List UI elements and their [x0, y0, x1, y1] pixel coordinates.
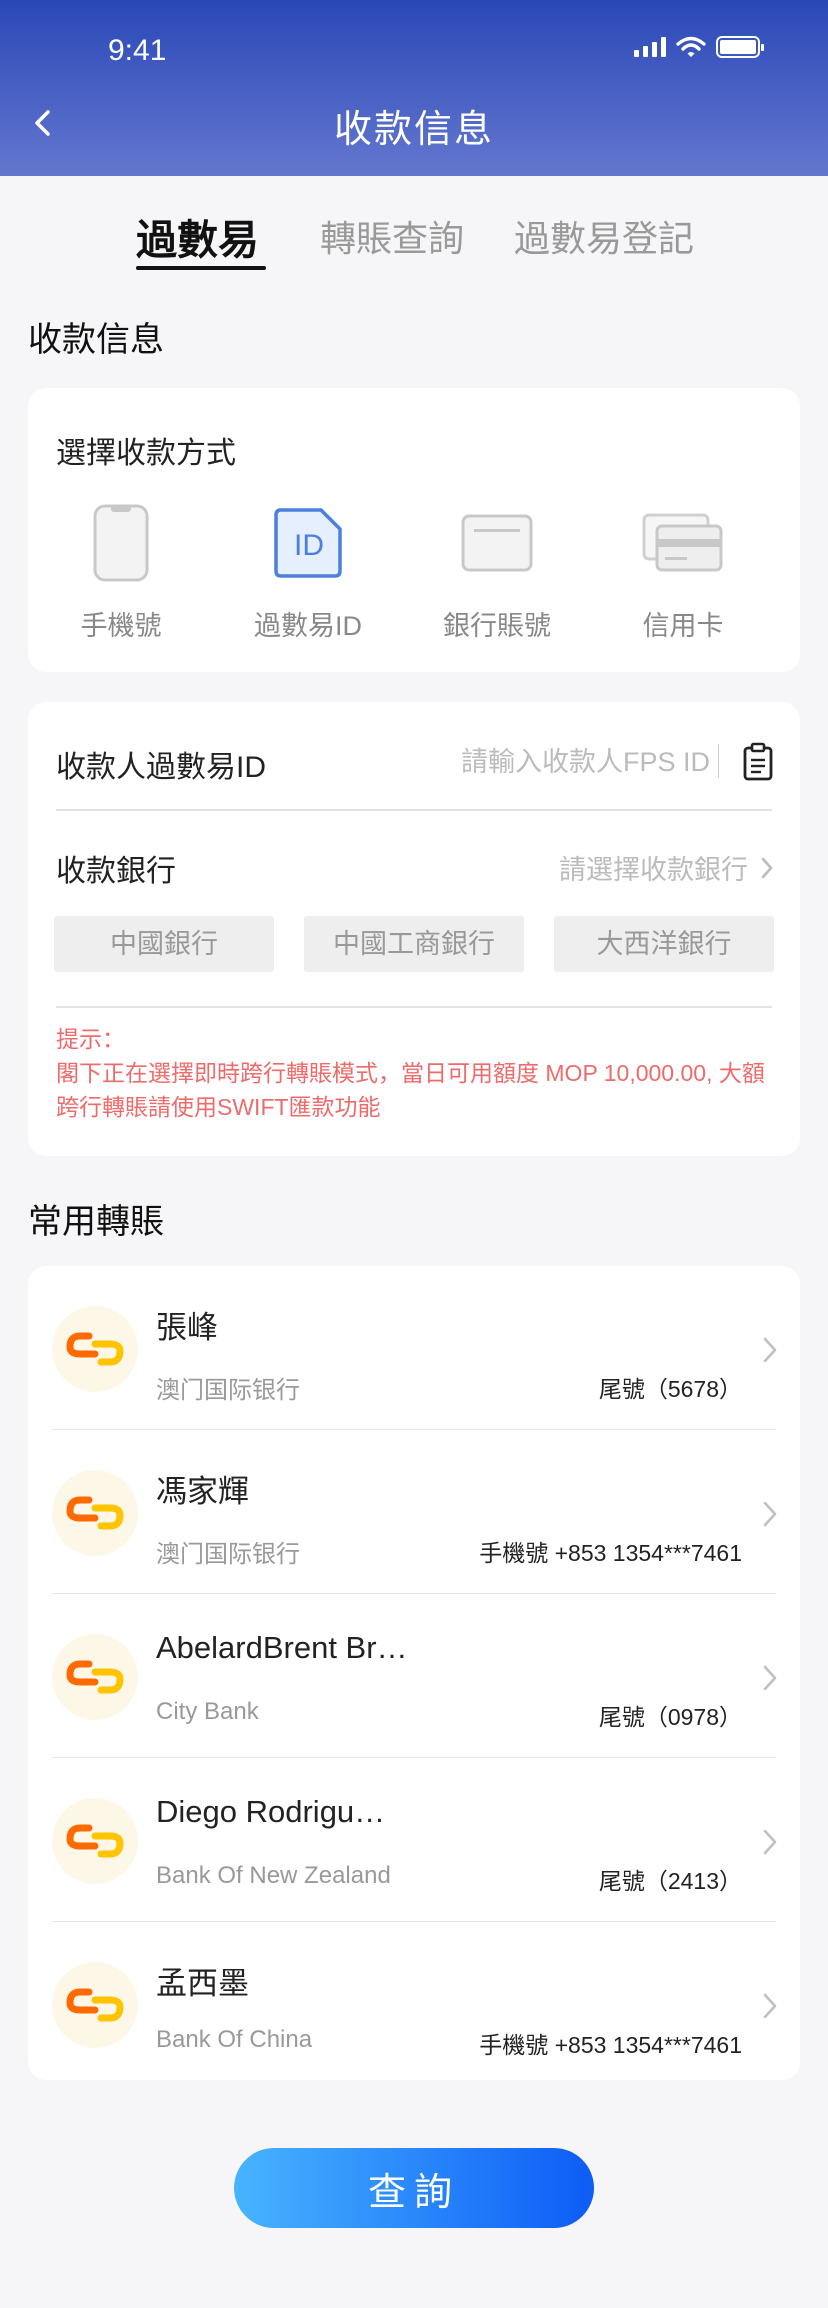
app-header: 9:41 收款信息 — [0, 0, 828, 176]
recent-bank: Bank Of New Zealand — [156, 1862, 391, 1889]
tip-text: 閣下正在選擇即時跨行轉賬模式，當日可用額度 MOP 10,000.00, 大額跨… — [56, 1060, 765, 1120]
tip-title: 提示： — [56, 1026, 125, 1052]
payment-method-card: 選擇收款方式 手機號 ID 過數易ID 銀行賬號 信用卡 — [28, 388, 800, 672]
fps-logo-icon — [66, 1824, 124, 1858]
method-mobile-label: 手機號 — [80, 611, 162, 641]
credit-card-icon — [642, 513, 723, 572]
query-button[interactable]: 查詢 — [234, 2148, 594, 2228]
recent-name: AbelardBrent Br… — [156, 1630, 408, 1665]
fps-logo-icon — [66, 1660, 124, 1694]
method-mobile[interactable]: 手機號 — [36, 500, 206, 643]
recent-transfer-item[interactable]: 孟西墨 Bank Of China 手機號 +853 1354***7461 — [28, 1922, 800, 2086]
recent-account-info: 尾號（5678） — [598, 1376, 742, 1402]
recent-bank: 澳门国际银行 — [156, 1541, 300, 1568]
recent-name: 孟西墨 — [156, 1966, 249, 2001]
battery-icon — [716, 36, 764, 58]
status-icons — [634, 36, 764, 58]
payment-method-title: 選擇收款方式 — [56, 437, 236, 470]
active-tab-indicator — [136, 266, 266, 270]
tab-fps-registration[interactable]: 過數易登記 — [514, 210, 694, 262]
fps-id-input[interactable] — [408, 740, 724, 784]
recent-name: 張峰 — [156, 1310, 218, 1345]
paste-button[interactable] — [740, 742, 776, 782]
avatar — [52, 1962, 138, 2048]
cellular-signal-icon — [634, 37, 666, 57]
bank-select[interactable]: 請選擇收款銀行 — [559, 848, 774, 887]
method-bank-account-label: 銀行賬號 — [443, 611, 551, 641]
phone-icon — [93, 504, 149, 582]
recent-account-info: 尾號（2413） — [598, 1868, 742, 1894]
method-fps-id[interactable]: ID 過數易ID — [223, 500, 393, 643]
recent-bank: Bank Of China — [156, 2026, 313, 2053]
method-bank-account[interactable]: 銀行賬號 — [412, 500, 582, 643]
input-separator — [718, 744, 719, 778]
recent-bank: City Bank — [156, 1698, 259, 1725]
fps-logo-icon — [66, 1332, 124, 1366]
id-card-icon: ID — [274, 508, 342, 578]
bank-chip-icbc[interactable]: 中國工商銀行 — [304, 916, 524, 972]
bank-select-placeholder: 請選擇收款銀行 — [559, 855, 748, 885]
clipboard-icon — [743, 742, 773, 781]
chevron-right-icon — [763, 1501, 777, 1527]
wifi-icon — [676, 36, 706, 57]
recent-transfer-item[interactable]: 張峰 澳门国际银行 尾號（5678） — [28, 1266, 800, 1430]
fps-logo-icon — [66, 1988, 124, 2022]
page-title: 收款信息 — [333, 109, 494, 151]
method-credit-card-label: 信用卡 — [642, 611, 724, 641]
recent-bank: 澳门国际银行 — [156, 1377, 300, 1404]
recent-transfers-card: 張峰 澳门国际银行 尾號（5678） 馮家輝 澳门国际银行 手機號 +853 1… — [28, 1266, 800, 2080]
bank-card-icon — [461, 514, 533, 572]
recent-account-info: 手機號 +853 1354***7461 — [479, 1540, 742, 1566]
recent-name: 馮家輝 — [156, 1474, 249, 1509]
recent-transfer-item[interactable]: AbelardBrent Br… City Bank 尾號（0978） — [28, 1594, 800, 1758]
chevron-right-icon — [763, 1337, 777, 1363]
status-time: 9:41 — [108, 34, 167, 67]
chevron-right-icon — [763, 1829, 777, 1855]
recent-transfer-item[interactable]: 馮家輝 澳门国际银行 手機號 +853 1354***7461 — [28, 1430, 800, 1594]
section-title-recent-transfers: 常用轉賬 — [28, 1203, 164, 1241]
fps-logo-icon — [66, 1496, 124, 1530]
bank-chip-bnu[interactable]: 大西洋銀行 — [554, 916, 774, 972]
form-divider — [56, 809, 772, 811]
tab-bar: 過數易 轉賬查詢 過數易登記 — [0, 210, 828, 276]
tab-transfer-query[interactable]: 轉賬查詢 — [320, 210, 464, 262]
fps-id-label: 收款人過數易ID — [56, 751, 266, 784]
recent-name: Diego Rodrigu… — [156, 1794, 386, 1829]
bank-label: 收款銀行 — [56, 855, 176, 888]
form-divider — [56, 1006, 772, 1008]
bank-chip-boc[interactable]: 中國銀行 — [54, 916, 274, 972]
avatar — [52, 1634, 138, 1720]
avatar — [52, 1470, 138, 1556]
chevron-right-icon — [761, 857, 773, 878]
recent-account-info: 手機號 +853 1354***7461 — [479, 2032, 742, 2058]
tab-fps[interactable]: 過數易 — [136, 206, 259, 266]
section-title-payee-info: 收款信息 — [28, 321, 164, 359]
chevron-right-icon — [763, 1993, 777, 2019]
tip-box: 提示： 閣下正在選擇即時跨行轉賬模式，當日可用額度 MOP 10,000.00,… — [56, 1022, 776, 1124]
method-credit-card[interactable]: 信用卡 — [598, 500, 768, 643]
avatar — [52, 1798, 138, 1884]
payee-form-card: 收款人過數易ID 收款銀行 請選擇收款銀行 中國銀行 中國工商銀行 大西洋銀行 … — [28, 702, 800, 1156]
chevron-right-icon — [763, 1665, 777, 1691]
avatar — [52, 1306, 138, 1392]
svg-text:ID: ID — [294, 529, 324, 562]
recent-transfer-item[interactable]: Diego Rodrigu… Bank Of New Zealand 尾號（24… — [28, 1758, 800, 1922]
method-fps-id-label: 過數易ID — [254, 611, 362, 641]
recent-account-info: 尾號（0978） — [598, 1704, 742, 1730]
